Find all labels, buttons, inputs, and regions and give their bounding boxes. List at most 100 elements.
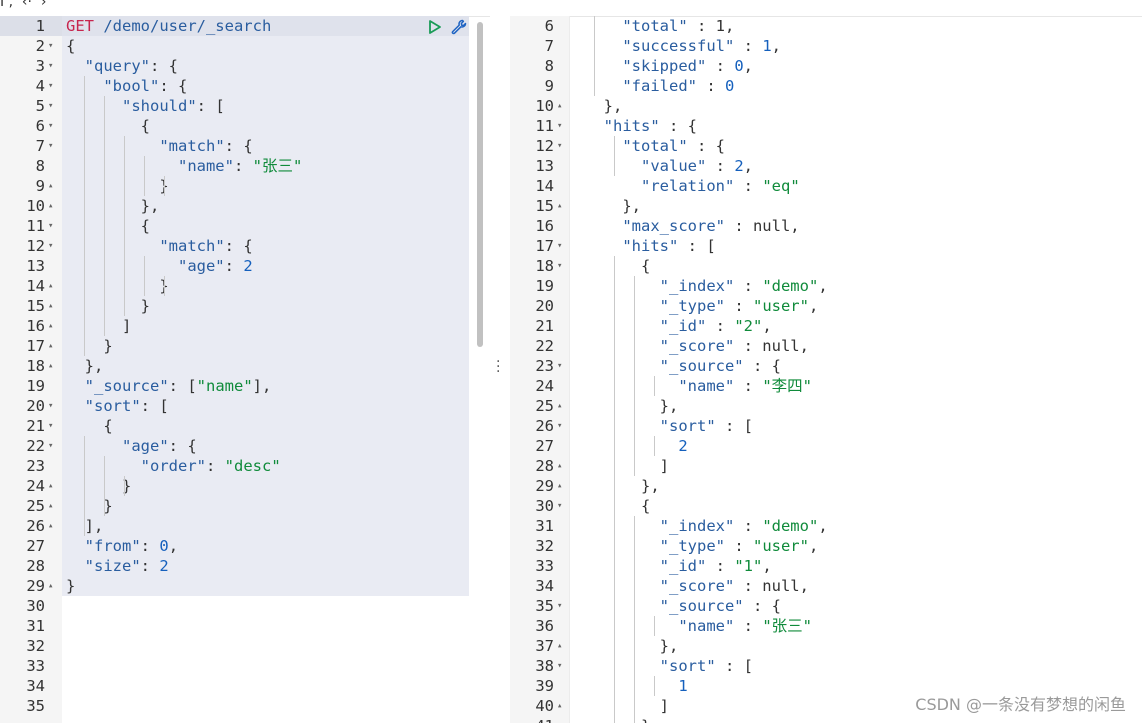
response-line-number: 37 bbox=[535, 637, 554, 655]
request-code-line: } bbox=[66, 337, 113, 355]
response-code-line: "_index" : "demo", bbox=[659, 517, 828, 535]
wrench-icon[interactable] bbox=[450, 18, 468, 36]
fold-expand-icon[interactable]: ▴ bbox=[557, 696, 562, 716]
fold-expand-icon[interactable]: ▴ bbox=[48, 476, 53, 496]
request-line-number: 35 bbox=[26, 697, 45, 715]
fold-expand-icon[interactable]: ▴ bbox=[557, 456, 562, 476]
request-line-number: 7 bbox=[35, 137, 45, 155]
response-line-number: 23 bbox=[535, 357, 554, 375]
fold-collapse-icon[interactable]: ▾ bbox=[557, 236, 562, 256]
indent-guide bbox=[144, 256, 145, 296]
fold-collapse-icon[interactable]: ▾ bbox=[48, 36, 53, 56]
response-line-number: 8 bbox=[544, 57, 554, 75]
fold-collapse-icon[interactable]: ▾ bbox=[48, 236, 53, 256]
fold-expand-icon[interactable]: ▴ bbox=[48, 176, 53, 196]
response-code-line: "total" : 1, bbox=[622, 17, 735, 35]
top-strip-text: Г‚ ‹· › bbox=[0, 0, 47, 10]
response-line-number: 26 bbox=[535, 417, 554, 435]
indent-guide bbox=[124, 476, 125, 496]
response-code-line: "hits" : { bbox=[603, 117, 697, 135]
fold-collapse-icon[interactable]: ▾ bbox=[48, 216, 53, 236]
response-line-number: 20 bbox=[535, 297, 554, 315]
fold-expand-icon[interactable]: ▴ bbox=[48, 356, 53, 376]
request-line-number: 13 bbox=[26, 257, 45, 275]
request-line-number: 8 bbox=[35, 157, 45, 175]
response-code-line: "max_score" : null, bbox=[622, 217, 800, 235]
fold-collapse-icon[interactable]: ▾ bbox=[557, 256, 562, 276]
request-scrollbar[interactable] bbox=[477, 22, 483, 347]
response-viewer[interactable]: 6 "total" : 1, 7 "successful" : 1, 8 "skip… bbox=[510, 16, 1142, 723]
request-code-line: "name": "张三" bbox=[177, 157, 303, 175]
fold-expand-icon[interactable]: ▴ bbox=[48, 296, 53, 316]
response-line-number: 10 bbox=[535, 97, 554, 115]
request-line-number: 33 bbox=[26, 657, 45, 675]
fold-expand-icon[interactable]: ▴ bbox=[557, 476, 562, 496]
request-code-line: "match": { bbox=[159, 237, 253, 255]
response-code-line: 1 bbox=[678, 677, 688, 695]
fold-expand-icon[interactable]: ▴ bbox=[48, 496, 53, 516]
fold-collapse-icon[interactable]: ▾ bbox=[557, 656, 562, 676]
fold-expand-icon[interactable]: ▴ bbox=[48, 576, 53, 596]
response-line-number: 34 bbox=[535, 577, 554, 595]
response-line-number: 22 bbox=[535, 337, 554, 355]
indent-guide bbox=[634, 516, 635, 723]
response-code-line: }, bbox=[585, 397, 679, 415]
request-code-line: } bbox=[66, 477, 132, 495]
fold-collapse-icon[interactable]: ▾ bbox=[48, 136, 53, 156]
fold-collapse-icon[interactable]: ▾ bbox=[48, 76, 53, 96]
request-line-number: 22 bbox=[26, 437, 45, 455]
response-line-number: 33 bbox=[535, 557, 554, 575]
fold-collapse-icon[interactable]: ▾ bbox=[557, 416, 562, 436]
play-icon[interactable] bbox=[426, 18, 444, 36]
fold-collapse-icon[interactable]: ▾ bbox=[48, 396, 53, 416]
request-line-number: 1 bbox=[35, 17, 45, 35]
request-line-number: 18 bbox=[26, 357, 45, 375]
response-code-line: ] bbox=[585, 697, 669, 715]
fold-expand-icon[interactable]: ▴ bbox=[557, 636, 562, 656]
response-code-line: "skipped" : 0, bbox=[622, 57, 754, 75]
request-line-number: 4 bbox=[35, 77, 45, 95]
request-code-line: } bbox=[66, 497, 113, 515]
request-editor[interactable]: 1 GET /demo/user/_search 2 ▾{3 ▾ "query": {4… bbox=[0, 16, 490, 723]
request-code-line: "age": 2 bbox=[177, 257, 253, 275]
request-code-line: "_source": ["name"], bbox=[84, 377, 272, 395]
resize-handle-icon[interactable]: · · · bbox=[496, 355, 500, 379]
fold-collapse-icon[interactable]: ▾ bbox=[48, 116, 53, 136]
fold-collapse-icon[interactable]: ▾ bbox=[557, 136, 562, 156]
response-line-number: 25 bbox=[535, 397, 554, 415]
response-line-number: 31 bbox=[535, 517, 554, 535]
request-code-line: } bbox=[66, 297, 150, 315]
request-line-number: 21 bbox=[26, 417, 45, 435]
fold-collapse-icon[interactable]: ▾ bbox=[48, 416, 53, 436]
fold-collapse-icon[interactable]: ▾ bbox=[48, 56, 53, 76]
response-code-line: "relation" : "eq" bbox=[641, 177, 800, 195]
response-line-number: 6 bbox=[544, 17, 554, 35]
request-line-number: 15 bbox=[26, 297, 45, 315]
response-line-number: 12 bbox=[535, 137, 554, 155]
fold-expand-icon[interactable]: ▴ bbox=[48, 196, 53, 216]
fold-collapse-icon[interactable]: ▾ bbox=[48, 436, 53, 456]
fold-collapse-icon[interactable]: ▾ bbox=[557, 596, 562, 616]
request-line-number: 24 bbox=[26, 477, 45, 495]
response-code-line: "name" : "李四" bbox=[678, 377, 812, 395]
fold-collapse-icon[interactable]: ▾ bbox=[557, 496, 562, 516]
fold-expand-icon[interactable]: ▴ bbox=[48, 276, 53, 296]
fold-expand-icon[interactable]: ▴ bbox=[48, 336, 53, 356]
request-line-number: 27 bbox=[26, 537, 45, 555]
fold-expand-icon[interactable]: ▴ bbox=[557, 196, 562, 216]
fold-expand-icon[interactable]: ▴ bbox=[48, 316, 53, 336]
fold-expand-icon[interactable]: ▴ bbox=[557, 716, 562, 723]
indent-guide bbox=[614, 256, 615, 723]
fold-expand-icon[interactable]: ▴ bbox=[557, 96, 562, 116]
fold-expand-icon[interactable]: ▴ bbox=[557, 396, 562, 416]
fold-expand-icon[interactable]: ▴ bbox=[48, 516, 53, 536]
response-code-line: { bbox=[585, 497, 651, 515]
indent-guide bbox=[84, 76, 85, 356]
request-code-line: ] bbox=[66, 317, 132, 335]
response-code-line: "_type" : "user", bbox=[659, 297, 819, 315]
fold-collapse-icon[interactable]: ▾ bbox=[48, 96, 53, 116]
fold-collapse-icon[interactable]: ▾ bbox=[557, 356, 562, 376]
fold-collapse-icon[interactable]: ▾ bbox=[557, 116, 562, 136]
response-line-number: 11 bbox=[535, 117, 554, 135]
request-code-line: GET /demo/user/_search bbox=[66, 17, 272, 35]
